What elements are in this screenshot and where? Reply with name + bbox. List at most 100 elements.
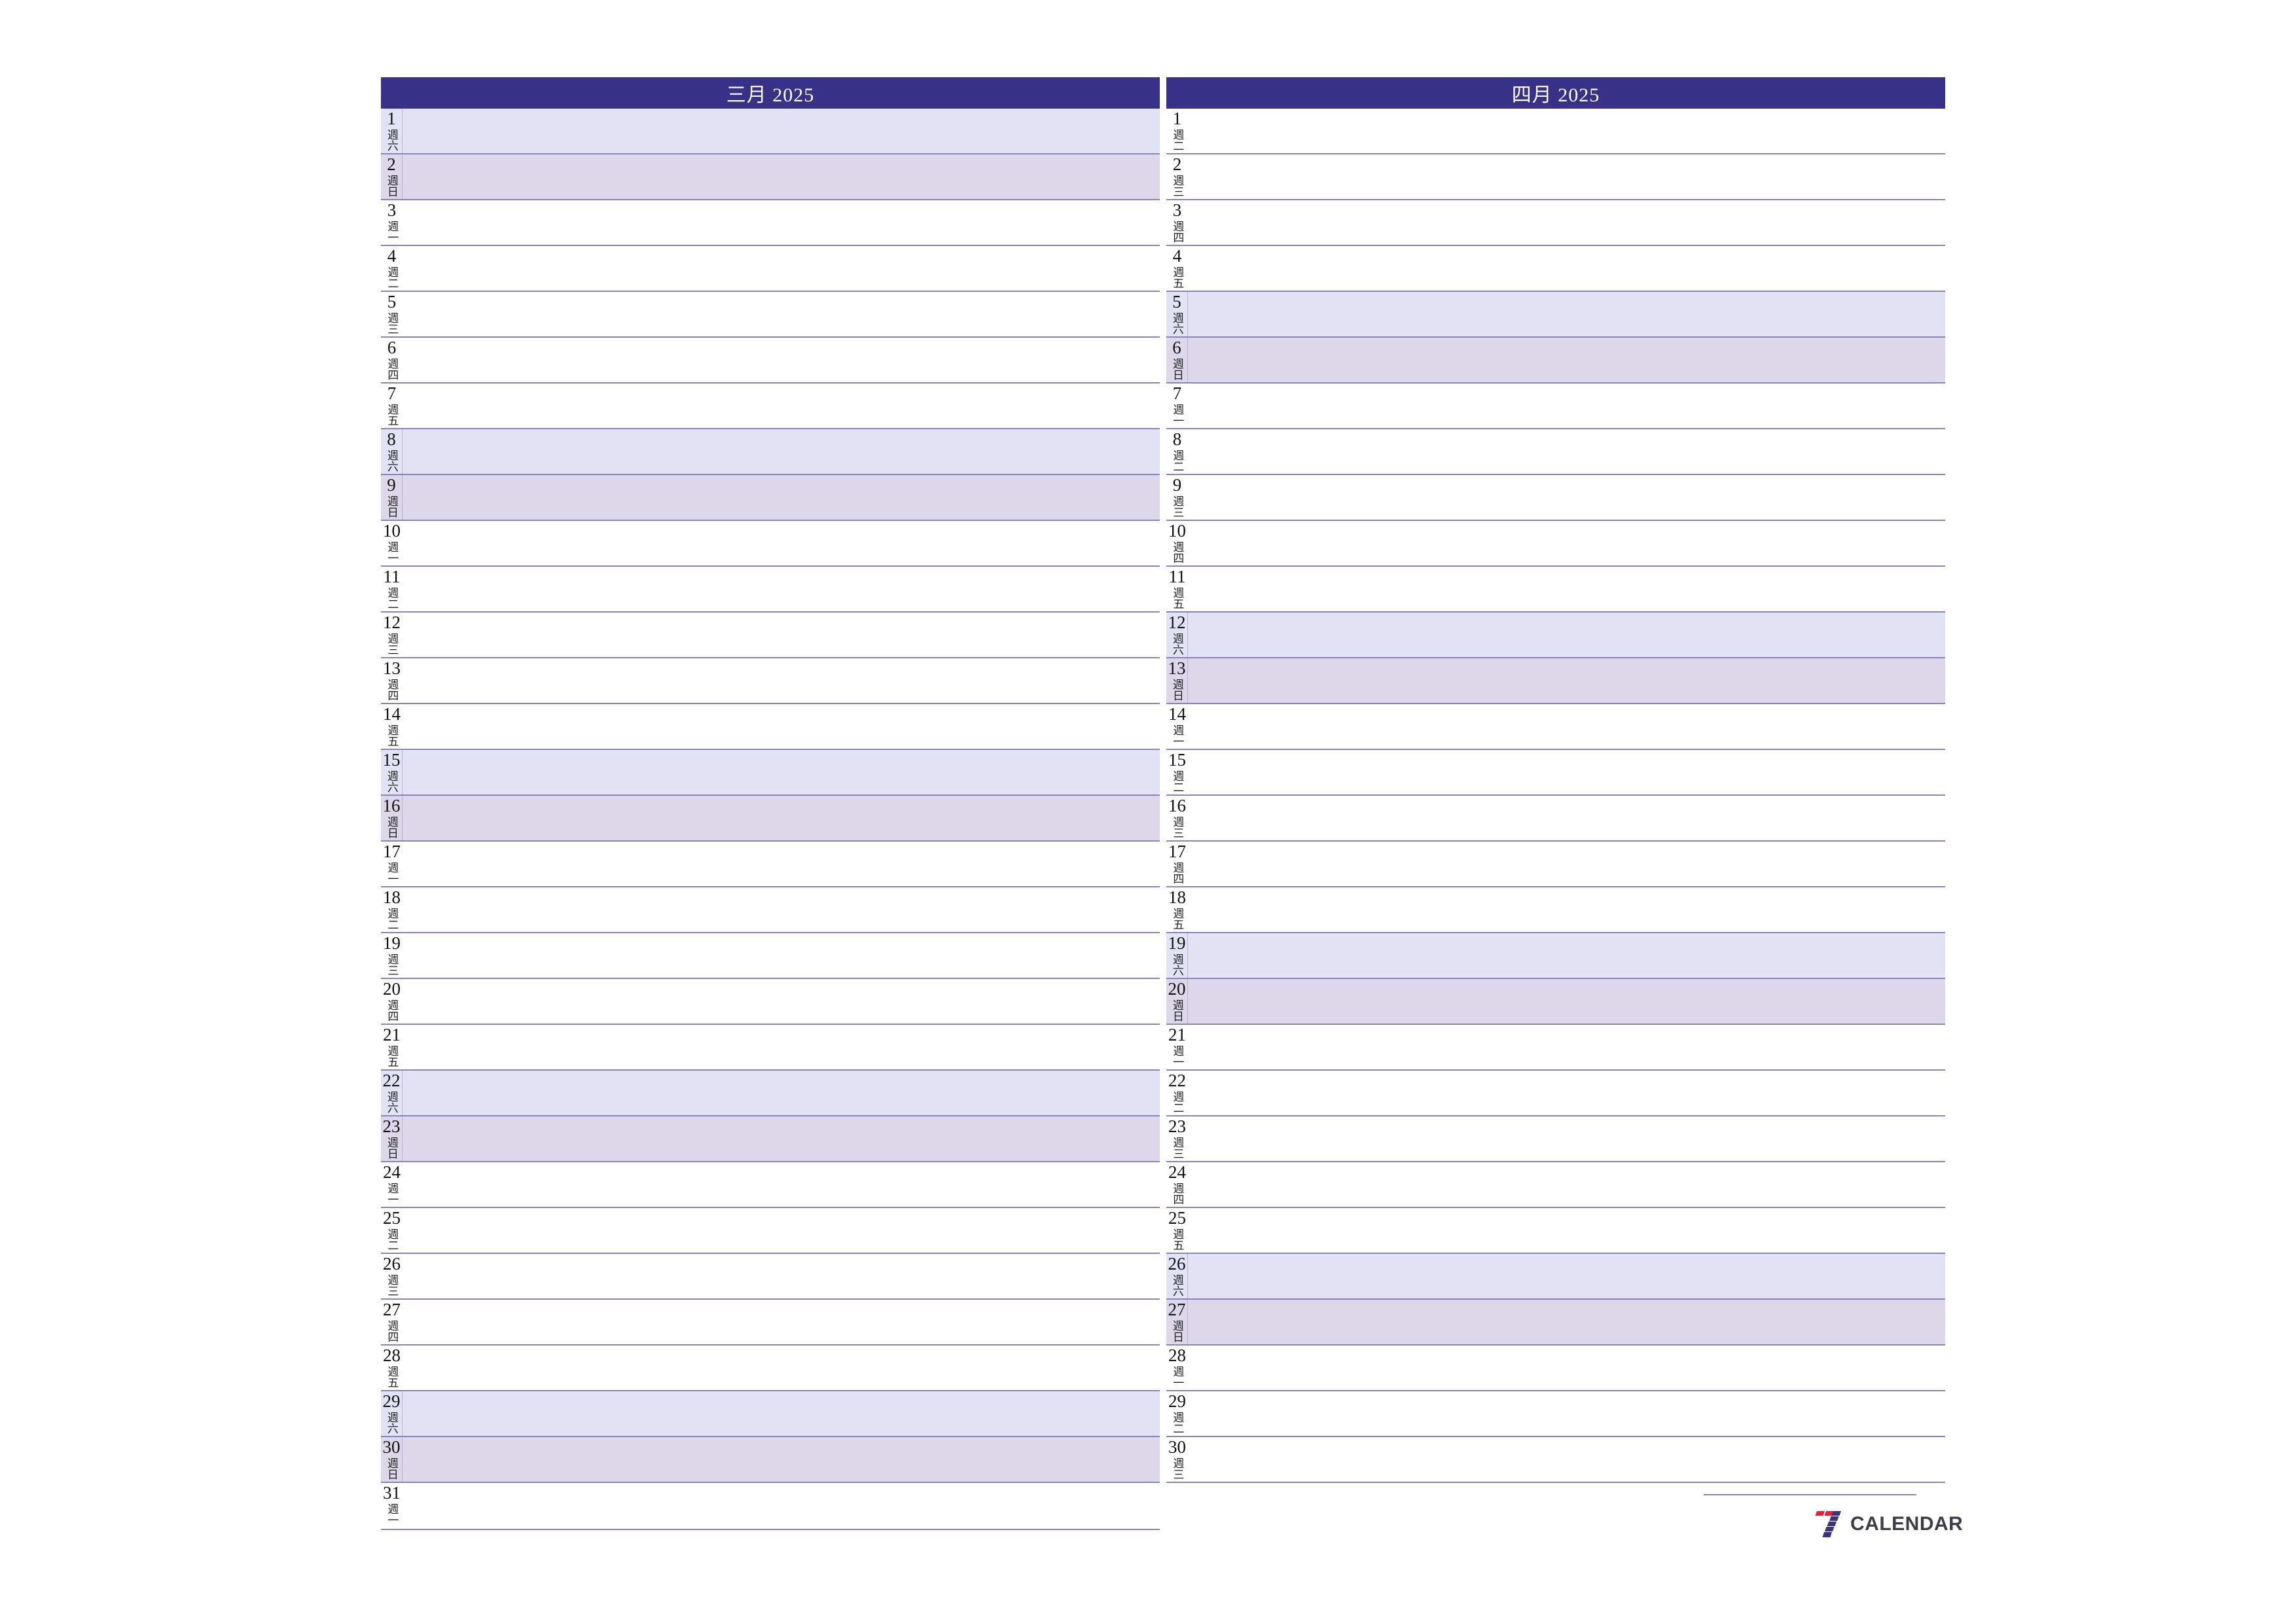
day-row[interactable]: 11 週二 xyxy=(381,567,1160,613)
day-row[interactable]: 26 週六 xyxy=(1166,1254,1945,1300)
day-row[interactable]: 28 週五 xyxy=(381,1346,1160,1391)
day-row[interactable]: 28 週一 xyxy=(1166,1346,1945,1391)
day-notes-area[interactable] xyxy=(403,475,1160,520)
day-row[interactable]: 12 週六 xyxy=(1166,613,1945,658)
day-notes-area[interactable] xyxy=(1188,796,1945,840)
day-row[interactable]: 9 週日 xyxy=(381,475,1160,521)
day-notes-area[interactable] xyxy=(1188,1300,1945,1344)
day-notes-area[interactable] xyxy=(1188,109,1945,153)
day-row[interactable]: 25 週五 xyxy=(1166,1208,1945,1254)
day-notes-area[interactable] xyxy=(403,796,1160,840)
day-notes-area[interactable] xyxy=(403,658,1160,703)
day-notes-area[interactable] xyxy=(1188,1025,1945,1069)
day-row[interactable]: 4 週二 xyxy=(381,246,1160,292)
day-row[interactable]: 11 週五 xyxy=(1166,567,1945,613)
day-notes-area[interactable] xyxy=(1188,246,1945,291)
day-row[interactable]: 16 週日 xyxy=(381,796,1160,842)
day-row[interactable]: 19 週三 xyxy=(381,933,1160,979)
day-row[interactable]: 9 週三 xyxy=(1166,475,1945,521)
day-notes-area[interactable] xyxy=(403,1025,1160,1069)
day-notes-area[interactable] xyxy=(1188,521,1945,565)
day-notes-area[interactable] xyxy=(403,521,1160,565)
day-row[interactable]: 15 週二 xyxy=(1166,750,1945,796)
day-notes-area[interactable] xyxy=(1188,750,1945,794)
day-notes-area[interactable] xyxy=(1188,475,1945,520)
day-notes-area[interactable] xyxy=(403,1116,1160,1161)
day-notes-area[interactable] xyxy=(403,887,1160,932)
day-notes-area[interactable] xyxy=(403,842,1160,886)
day-notes-area[interactable] xyxy=(403,1162,1160,1207)
day-notes-area[interactable] xyxy=(403,1391,1160,1436)
day-row[interactable]: 17 週四 xyxy=(1166,842,1945,887)
day-row[interactable]: 6 週日 xyxy=(1166,338,1945,383)
day-row[interactable]: 20 週日 xyxy=(1166,979,1945,1025)
day-row[interactable]: 2 週日 xyxy=(381,154,1160,200)
day-row[interactable]: 4 週五 xyxy=(1166,246,1945,292)
day-row[interactable]: 29 週二 xyxy=(1166,1391,1945,1437)
day-row[interactable]: 23 週日 xyxy=(381,1116,1160,1162)
day-notes-area[interactable] xyxy=(1188,567,1945,611)
day-notes-area[interactable] xyxy=(403,338,1160,382)
day-row[interactable]: 21 週一 xyxy=(1166,1025,1945,1071)
day-notes-area[interactable] xyxy=(403,1208,1160,1253)
day-row[interactable]: 15 週六 xyxy=(381,750,1160,796)
day-notes-area[interactable] xyxy=(1188,429,1945,474)
day-notes-area[interactable] xyxy=(403,979,1160,1024)
day-notes-area[interactable] xyxy=(1188,338,1945,382)
day-notes-area[interactable] xyxy=(1188,613,1945,657)
day-row[interactable]: 26 週三 xyxy=(381,1254,1160,1300)
day-notes-area[interactable] xyxy=(403,154,1160,199)
day-row[interactable]: 6 週四 xyxy=(381,338,1160,383)
day-row[interactable]: 21 週五 xyxy=(381,1025,1160,1071)
day-notes-area[interactable] xyxy=(1188,200,1945,245)
day-notes-area[interactable] xyxy=(403,383,1160,428)
day-notes-area[interactable] xyxy=(1188,1116,1945,1161)
day-row[interactable]: 24 週一 xyxy=(381,1162,1160,1208)
day-row[interactable]: 18 週五 xyxy=(1166,887,1945,933)
day-notes-area[interactable] xyxy=(1188,979,1945,1024)
day-row[interactable]: 14 週一 xyxy=(1166,704,1945,750)
day-row[interactable]: 17 週一 xyxy=(381,842,1160,887)
day-row[interactable]: 5 週六 xyxy=(1166,292,1945,338)
day-row[interactable]: 3 週四 xyxy=(1166,200,1945,246)
day-row[interactable]: 31 週一 xyxy=(381,1483,1160,1529)
day-notes-area[interactable] xyxy=(1188,1254,1945,1298)
day-notes-area[interactable] xyxy=(403,429,1160,474)
day-row[interactable]: 7 週五 xyxy=(381,383,1160,429)
day-row[interactable]: 13 週日 xyxy=(1166,658,1945,704)
day-row[interactable]: 13 週四 xyxy=(381,658,1160,704)
day-notes-area[interactable] xyxy=(1188,933,1945,978)
day-notes-area[interactable] xyxy=(403,613,1160,657)
day-row[interactable]: 19 週六 xyxy=(1166,933,1945,979)
day-row[interactable]: 3 週一 xyxy=(381,200,1160,246)
day-row[interactable]: 29 週六 xyxy=(381,1391,1160,1437)
day-row[interactable]: 22 週二 xyxy=(1166,1071,1945,1116)
day-notes-area[interactable] xyxy=(1188,383,1945,428)
day-notes-area[interactable] xyxy=(403,1346,1160,1390)
day-notes-area[interactable] xyxy=(1188,1208,1945,1253)
day-row[interactable]: 2 週三 xyxy=(1166,154,1945,200)
day-notes-area[interactable] xyxy=(1188,1391,1945,1436)
day-notes-area[interactable] xyxy=(1188,842,1945,886)
day-row[interactable]: 16 週三 xyxy=(1166,796,1945,842)
day-notes-area[interactable] xyxy=(403,1437,1160,1482)
day-notes-area[interactable] xyxy=(1188,1162,1945,1207)
day-notes-area[interactable] xyxy=(1188,658,1945,703)
day-row[interactable]: 1 週二 xyxy=(1166,109,1945,154)
day-notes-area[interactable] xyxy=(1188,1346,1945,1390)
day-row[interactable]: 5 週三 xyxy=(381,292,1160,338)
day-row[interactable]: 27 週日 xyxy=(1166,1300,1945,1346)
day-row[interactable]: 8 週二 xyxy=(1166,429,1945,475)
day-notes-area[interactable] xyxy=(1188,292,1945,336)
day-notes-area[interactable] xyxy=(403,1071,1160,1115)
day-row[interactable]: 1 週六 xyxy=(381,109,1160,154)
day-row[interactable]: 22 週六 xyxy=(381,1071,1160,1116)
day-row[interactable]: 30 週日 xyxy=(381,1437,1160,1483)
day-row[interactable]: 20 週四 xyxy=(381,979,1160,1025)
day-notes-area[interactable] xyxy=(1188,887,1945,932)
day-row[interactable]: 8 週六 xyxy=(381,429,1160,475)
day-notes-area[interactable] xyxy=(403,200,1160,245)
day-notes-area[interactable] xyxy=(1188,1437,1945,1482)
day-notes-area[interactable] xyxy=(403,704,1160,749)
day-notes-area[interactable] xyxy=(1188,154,1945,199)
